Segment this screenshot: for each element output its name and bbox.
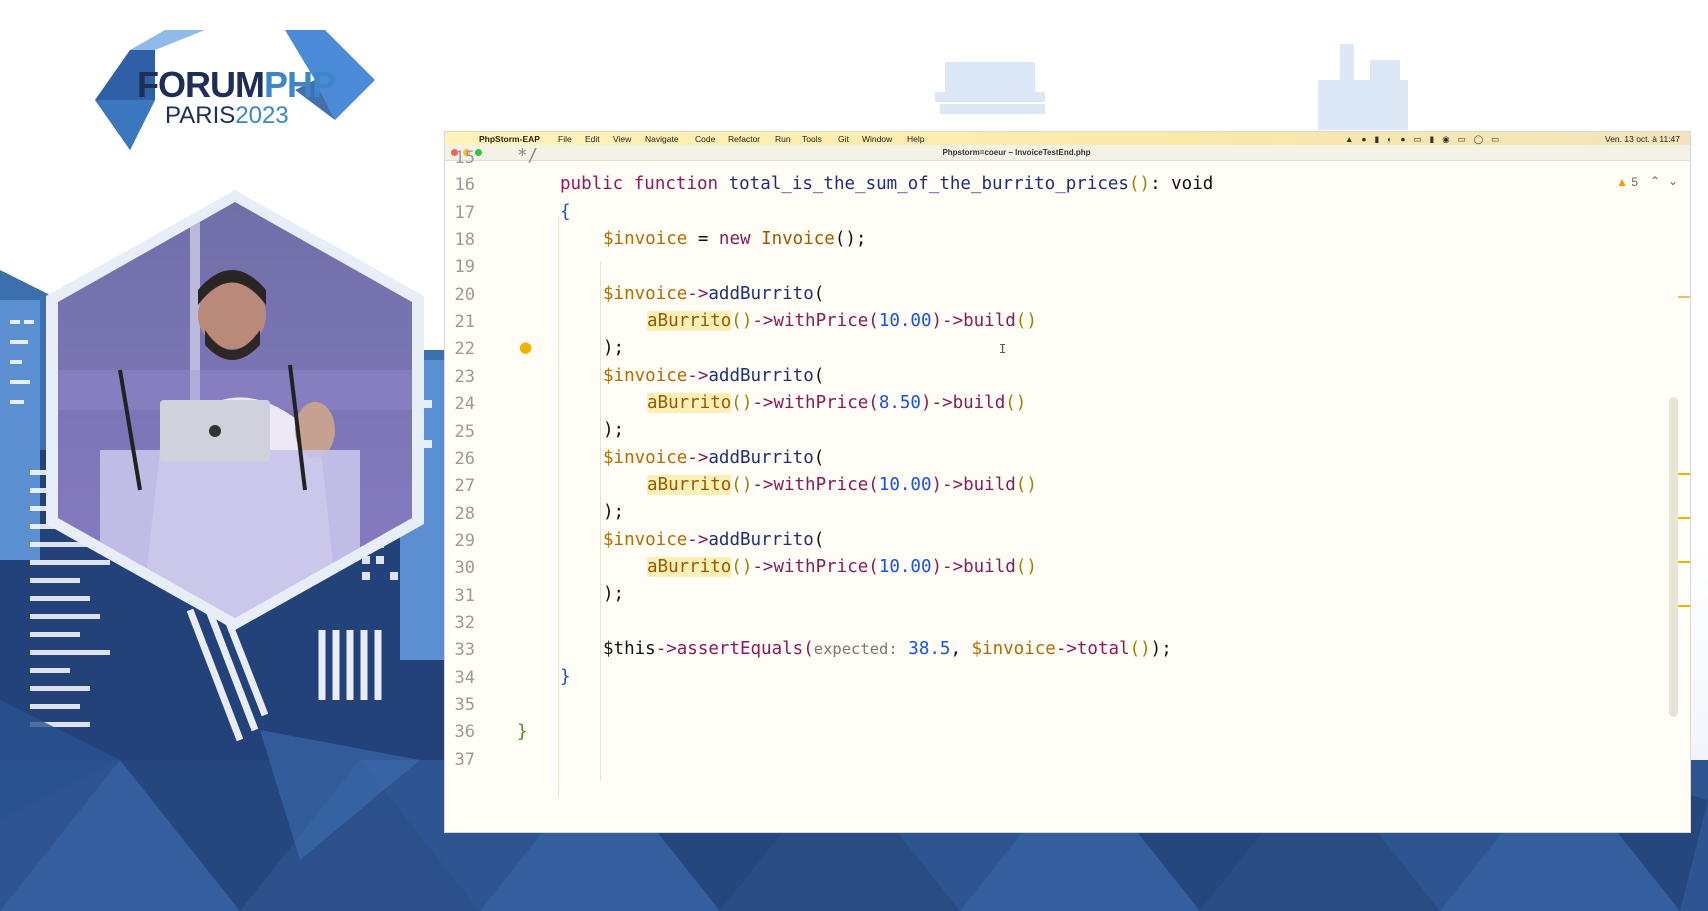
line-number[interactable]: 18 xyxy=(445,230,475,250)
scroll-marker xyxy=(1678,605,1690,607)
parameter-hint: expected: xyxy=(813,640,898,658)
code-line-33[interactable]: $this->assertEquals(expected: 38.5, $inv… xyxy=(603,639,1172,659)
menu-edit[interactable]: Edit xyxy=(585,134,600,144)
line-number[interactable]: 19 xyxy=(445,257,475,277)
menu-tools[interactable]: Tools xyxy=(802,134,822,144)
code-line-28[interactable]: ); xyxy=(603,502,624,522)
indent-guide xyxy=(600,261,601,781)
code-line-26[interactable]: $invoice->addBurrito( xyxy=(603,448,824,468)
menu-view[interactable]: View xyxy=(613,134,631,144)
line-number[interactable]: 17 xyxy=(445,203,475,223)
line-number[interactable]: 22 xyxy=(445,339,475,359)
menu-code[interactable]: Code xyxy=(695,134,715,144)
menu-navigate[interactable]: Navigate xyxy=(645,134,679,144)
code-line-16[interactable]: public function total_is_the_sum_of_the_… xyxy=(560,174,1213,194)
chevron-up-icon[interactable]: ⌃ xyxy=(1650,174,1660,188)
code-line-31[interactable]: ); xyxy=(603,584,624,604)
menu-window[interactable]: Window xyxy=(862,134,892,144)
forum-php-logo: FORUMPHP PARIS2023 xyxy=(95,30,375,170)
inspection-widget[interactable]: ▲ 5 xyxy=(1616,175,1638,189)
line-number[interactable]: 23 xyxy=(445,367,475,387)
code-line-21[interactable]: aBurrito()->withPrice(10.00)->build() xyxy=(647,311,1037,331)
code-line-18[interactable]: $invoice = new Invoice(); xyxy=(603,229,866,249)
line-number[interactable]: 35 xyxy=(445,695,475,715)
code-line-24[interactable]: aBurrito()->withPrice(8.50)->build() xyxy=(647,393,1026,413)
code-line-27[interactable]: aBurrito()->withPrice(10.00)->build() xyxy=(647,475,1037,495)
code-line-36[interactable]: } xyxy=(517,722,528,742)
menu-file[interactable]: File xyxy=(558,134,572,144)
code-editor[interactable]: ▲ 5 ⌃ ⌄ ● I 15 16 17 18 19 20 21 22 23 24 25 26 27 28… xyxy=(445,146,1690,832)
line-number[interactable]: 31 xyxy=(445,586,475,606)
window-title: Phpstorm=coeur – InvoiceTestEnd.php xyxy=(942,148,1091,157)
scroll-marker xyxy=(1678,296,1690,298)
line-number[interactable]: 33 xyxy=(445,640,475,660)
line-number[interactable]: 21 xyxy=(445,312,475,332)
phpstorm-window: PhpStorm-EAP File Edit View Navigate Cod… xyxy=(445,132,1690,832)
speaker-video xyxy=(40,190,430,630)
code-line-30[interactable]: aBurrito()->withPrice(10.00)->build() xyxy=(647,557,1037,577)
line-number[interactable]: 25 xyxy=(445,422,475,442)
line-number[interactable]: 30 xyxy=(445,558,475,578)
menu-refactor[interactable]: Refactor xyxy=(728,134,760,144)
window-titlebar: Phpstorm=coeur – InvoiceTestEnd.php xyxy=(445,145,1690,161)
menu-run[interactable]: Run xyxy=(775,134,791,144)
scroll-marker xyxy=(1678,561,1690,563)
mouse-ibeam-cursor: I xyxy=(999,342,1007,356)
line-number[interactable]: 29 xyxy=(445,531,475,551)
line-number[interactable]: 24 xyxy=(445,394,475,414)
line-number[interactable]: 28 xyxy=(445,504,475,524)
line-number[interactable]: 16 xyxy=(445,175,475,195)
warning-icon: ▲ xyxy=(1616,175,1628,189)
vertical-scrollbar[interactable] xyxy=(1669,397,1678,717)
line-number[interactable]: 26 xyxy=(445,449,475,469)
line-number[interactable]: 15 xyxy=(445,148,475,168)
logo-title: FORUMPHP xyxy=(137,64,336,105)
menu-git[interactable]: Git xyxy=(838,134,849,144)
code-line-23[interactable]: $invoice->addBurrito( xyxy=(603,366,824,386)
video-frame: FORUMPHP PARIS2023 PhpStorm-EAP File Edi… xyxy=(0,0,1708,911)
scroll-marker xyxy=(1678,473,1690,475)
code-line-20[interactable]: $invoice->addBurrito( xyxy=(603,284,824,304)
code-line-34[interactable]: } xyxy=(560,667,571,687)
line-number[interactable]: 34 xyxy=(445,668,475,688)
code-line-29[interactable]: $invoice->addBurrito( xyxy=(603,530,824,550)
menu-help[interactable]: Help xyxy=(907,134,924,144)
menubar-clock: Ven. 13 oct. à 11:47 xyxy=(1605,134,1680,144)
indent-guide xyxy=(558,217,559,797)
line-number[interactable]: 36 xyxy=(445,722,475,742)
logo-subtitle: PARIS2023 xyxy=(165,102,289,129)
scroll-marker xyxy=(1678,517,1690,519)
line-number[interactable]: 20 xyxy=(445,285,475,305)
code-line-22[interactable]: ); xyxy=(603,338,624,358)
app-menu[interactable]: PhpStorm-EAP xyxy=(479,134,540,144)
status-icons[interactable]: ▲●▮◐●▭▮◉▭◯▭ xyxy=(1345,134,1507,145)
code-line-17[interactable]: { xyxy=(560,202,571,222)
macos-menubar: PhpStorm-EAP File Edit View Navigate Cod… xyxy=(445,132,1690,145)
lightbulb-icon[interactable]: ● xyxy=(519,338,532,356)
line-number[interactable]: 32 xyxy=(445,613,475,633)
line-number[interactable]: 37 xyxy=(445,750,475,770)
warning-count: 5 xyxy=(1631,175,1638,189)
chevron-down-icon[interactable]: ⌄ xyxy=(1668,174,1678,188)
line-number[interactable]: 27 xyxy=(445,476,475,496)
code-line-15[interactable]: */ xyxy=(517,146,538,166)
code-line-25[interactable]: ); xyxy=(603,420,624,440)
